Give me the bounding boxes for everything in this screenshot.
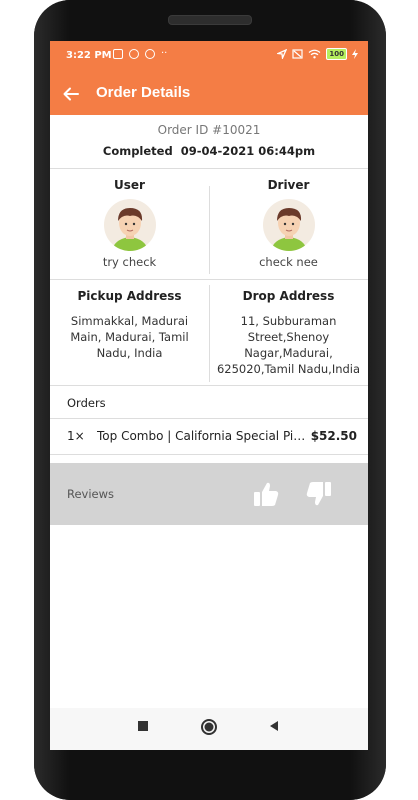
driver-section: Driver check nee	[209, 178, 368, 269]
no-sim-icon	[292, 49, 303, 59]
drop-title: Drop Address	[242, 289, 335, 303]
drop-section: Drop Address 11, Subburaman Street,Sheno…	[209, 289, 368, 377]
app-bar: Order Details	[50, 73, 368, 115]
sync-icon	[129, 49, 139, 59]
driver-title: Driver	[267, 178, 310, 192]
user-name: try check	[102, 255, 157, 269]
item-name: Top Combo | California Special Pizza	[97, 429, 307, 443]
status-bar: 3:22 PM ·· 100	[50, 41, 368, 73]
gallery-icon	[113, 49, 123, 59]
phone-speaker	[168, 15, 252, 25]
order-status: Completed 09-04-2021 06:44pm	[50, 144, 368, 158]
order-id: Order ID #10021	[157, 123, 261, 137]
item-quantity: 1×	[67, 429, 85, 443]
status-notification-icons: ··	[113, 49, 167, 59]
status-time: 3:22 PM	[66, 50, 112, 61]
user-title: User	[114, 178, 145, 192]
reviews-label: Reviews	[67, 487, 115, 501]
thumbs-up-icon[interactable]	[252, 480, 280, 508]
app-screen: 3:22 PM ·· 100 Order Details Order ID #1…	[50, 41, 368, 750]
divider	[209, 186, 210, 274]
pickup-address: Simmakkal, Madurai Main, Madurai, Tamil …	[70, 314, 189, 360]
battery-icon: 100	[326, 48, 347, 60]
home-icon[interactable]	[200, 718, 218, 736]
driver-name: check nee	[259, 255, 318, 269]
avatar-icon	[111, 208, 148, 251]
order-datetime: 09-04-2021 06:44pm	[180, 144, 316, 158]
avatar-icon	[270, 208, 307, 251]
location-icon	[277, 49, 288, 59]
divider	[50, 168, 368, 169]
thumbs-down-icon[interactable]	[305, 480, 333, 508]
system-nav-bar	[50, 708, 368, 750]
divider	[209, 285, 210, 382]
reviews-section: Reviews	[50, 463, 368, 525]
driver-avatar	[262, 199, 315, 251]
user-avatar	[103, 199, 156, 251]
back-nav-icon[interactable]	[268, 720, 280, 732]
more-notifications-icon: ··	[161, 48, 168, 59]
pickup-section: Pickup Address Simmakkal, Madurai Main, …	[50, 289, 209, 361]
data-saver-icon	[145, 49, 155, 59]
drop-address: 11, Subburaman Street,Shenoy Nagar,Madur…	[216, 314, 361, 376]
divider	[50, 454, 368, 455]
charging-icon	[352, 49, 358, 59]
divider	[50, 418, 368, 419]
wifi-icon	[308, 49, 321, 59]
status-system-icons: 100	[277, 48, 358, 60]
pickup-title: Pickup Address	[77, 289, 182, 303]
item-price: $52.50	[310, 429, 357, 443]
arrow-left-icon[interactable]	[61, 84, 81, 104]
order-status-label: Completed	[102, 144, 173, 158]
divider	[50, 279, 368, 280]
user-section: User try check	[50, 178, 209, 269]
orders-label: Orders	[67, 396, 106, 410]
divider	[50, 385, 368, 386]
page-title: Order Details	[96, 84, 191, 101]
list-item: 1× Top Combo | California Special Pizza …	[67, 429, 357, 443]
recent-apps-icon[interactable]	[137, 720, 149, 732]
